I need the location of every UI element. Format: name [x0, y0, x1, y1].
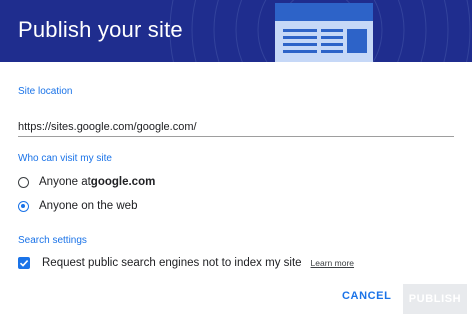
option-anyone-on-web[interactable]: Anyone on the web: [18, 200, 137, 212]
dialog-title: Publish your site: [18, 17, 183, 42]
cancel-button[interactable]: CANCEL: [342, 290, 391, 302]
search-settings-label: Search settings: [18, 235, 87, 246]
publish-button[interactable]: PUBLISH: [403, 284, 467, 314]
option-web-label: Anyone on the web: [39, 200, 138, 212]
publish-dialog: Publish your site Site location https://…: [0, 0, 472, 318]
dialog-header: Publish your site: [0, 0, 472, 62]
checkmark-icon: [19, 260, 29, 267]
website-icon: [275, 3, 373, 62]
search-index-label: Request public search engines not to ind…: [42, 257, 302, 269]
radio-web[interactable]: [18, 200, 29, 212]
option-anyone-at-domain[interactable]: Anyone at google.com: [18, 176, 155, 188]
site-location-label: Site location: [18, 86, 73, 97]
option-domain-prefix: Anyone at: [39, 176, 91, 188]
search-index-checkbox[interactable]: [18, 257, 30, 269]
radio-domain[interactable]: [18, 176, 29, 188]
site-url-underline: [18, 136, 454, 137]
site-url-field[interactable]: https://sites.google.com/google.com/: [18, 121, 197, 133]
visibility-label: Who can visit my site: [18, 153, 112, 164]
search-index-option[interactable]: Request public search engines not to ind…: [18, 257, 354, 269]
learn-more-link[interactable]: Learn more: [311, 258, 354, 268]
option-domain-name: google.com: [90, 176, 156, 188]
